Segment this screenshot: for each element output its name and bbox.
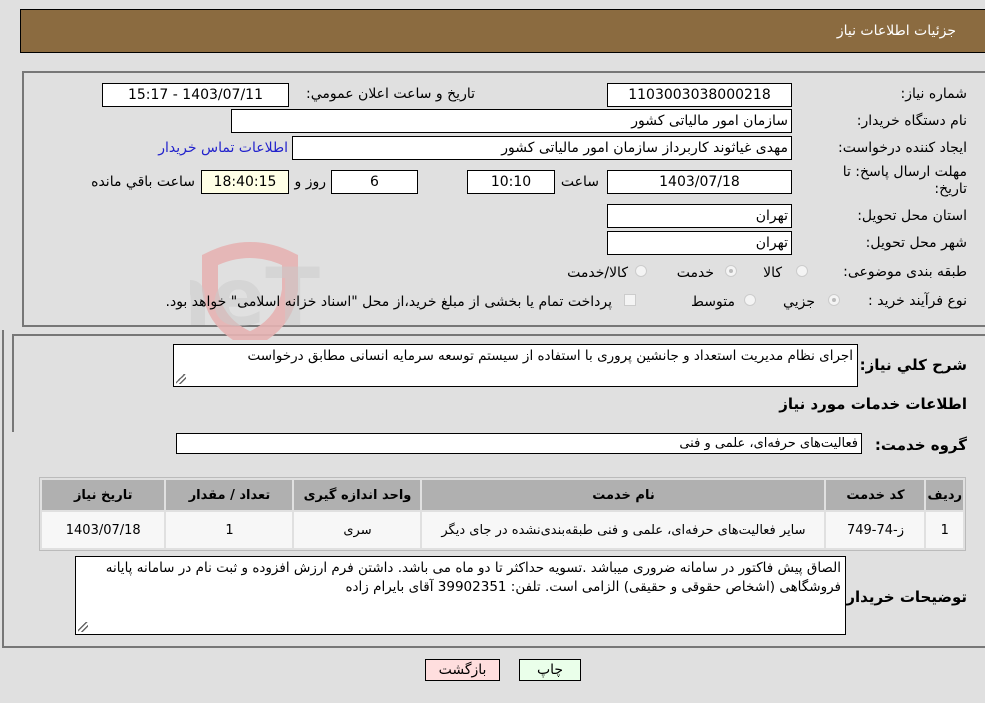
col-header-quantity: تعداد / مقدار <box>166 480 293 510</box>
city-label: شهر محل تحویل: <box>865 235 967 251</box>
resize-grip-icon[interactable] <box>78 622 88 632</box>
treasury-checkbox[interactable] <box>624 294 636 306</box>
announce-datetime-label: تاریخ و ساعت اعلان عمومي: <box>306 86 475 102</box>
deadline-label: مهلت ارسال پاسخ: تا تاریخ: <box>842 164 967 197</box>
cell-unit: سری <box>294 512 421 548</box>
city-field: تهران <box>607 231 792 255</box>
buyer-notes-label: توضيحات خريدار: <box>840 588 967 606</box>
page-title: جزئیات اطلاعات نیاز <box>836 23 956 39</box>
buyer-org-label: نام دستگاه خريدار: <box>856 113 967 129</box>
service-group-label: گروه خدمت: <box>874 436 967 454</box>
deadline-time-label: ساعت <box>560 174 599 190</box>
cell-service-code: ز-74-749 <box>826 512 925 548</box>
need-number-label: شماره نیاز: <box>900 86 968 102</box>
purchase-type-option-medium: متوسط <box>691 294 735 310</box>
buyer-notes-text: الصاق پیش فاکتور در سامانه ضروری میباشد … <box>105 560 841 595</box>
back-button[interactable]: بازگشت <box>425 659 500 681</box>
services-section-title: اطلاعات خدمات مورد نیاز <box>779 395 967 413</box>
col-header-row-number: رديف <box>926 480 963 510</box>
purchase-type-radio-minor[interactable] <box>828 294 840 306</box>
buyer-notes-textarea[interactable]: الصاق پیش فاکتور در سامانه ضروری میباشد … <box>75 556 846 635</box>
purchase-type-option-minor: جزيي <box>783 294 815 310</box>
cell-row-number: 1 <box>926 512 963 548</box>
category-option-goods: کالا <box>763 265 782 281</box>
treasury-checkbox-label: پرداخت تمام یا بخشی از مبلغ خرید،از محل … <box>165 294 612 310</box>
category-radio-goods[interactable] <box>796 265 808 277</box>
table-header-row: رديف کد خدمت نام خدمت واحد اندازه گیری ت… <box>42 480 963 510</box>
remaining-time-label: ساعت باقي مانده <box>91 174 195 190</box>
requester-field: مهدی غیاثوند کاربرداز سازمان امور مالیات… <box>292 136 792 160</box>
cell-service-name: سایر فعالیت‌های حرفه‌ای، علمی و فنی طبقه… <box>422 512 825 548</box>
remaining-days-field: 6 <box>331 170 418 194</box>
province-label: استان محل تحویل: <box>857 208 967 224</box>
col-header-unit: واحد اندازه گیری <box>294 480 421 510</box>
cell-quantity: 1 <box>166 512 293 548</box>
col-header-service-name: نام خدمت <box>422 480 825 510</box>
col-header-service-code: کد خدمت <box>826 480 925 510</box>
province-field: تهران <box>607 204 792 228</box>
resize-grip-icon[interactable] <box>176 374 186 384</box>
requester-label: ایجاد کننده درخواست: <box>838 140 967 156</box>
remaining-time-field: 18:40:15 <box>201 170 289 194</box>
deadline-date-field: 1403/07/18 <box>607 170 792 194</box>
need-number-field: 1103003038000218 <box>607 83 792 107</box>
purchase-type-radio-medium[interactable] <box>744 294 756 306</box>
category-label: طبقه بندی موضوعی: <box>843 264 967 280</box>
description-textarea[interactable]: اجرای نظام مدیریت استعداد و جانشین پروری… <box>173 344 858 387</box>
description-label: شرح کلي نياز: <box>859 356 967 374</box>
deadline-time-field: 10:10 <box>467 170 555 194</box>
category-option-service: خدمت <box>676 265 714 281</box>
table-row: 1 ز-74-749 سایر فعالیت‌های حرفه‌ای، علمی… <box>42 512 963 548</box>
category-option-goods-service: کالا/خدمت <box>567 265 628 281</box>
print-button[interactable]: چاپ <box>519 659 581 681</box>
days-label: روز و <box>294 174 327 190</box>
announce-datetime-field: 1403/07/11 - 15:17 <box>102 83 289 107</box>
buyer-org-field: سازمان امور مالیاتی کشور <box>231 109 792 133</box>
service-group-field: فعالیت‌های حرفه‌ای، علمی و فنی <box>176 433 862 454</box>
services-table: رديف کد خدمت نام خدمت واحد اندازه گیری ت… <box>39 477 966 551</box>
cell-need-date: 1403/07/18 <box>42 512 165 548</box>
buyer-contact-link[interactable]: اطلاعات تماس خريدار <box>158 140 288 156</box>
description-text: اجرای نظام مدیریت استعداد و جانشین پروری… <box>247 348 853 364</box>
purchase-type-label: نوع فرآیند خرید : <box>868 293 967 309</box>
category-radio-goods-service[interactable] <box>635 265 647 277</box>
page-header: جزئیات اطلاعات نیاز <box>20 9 985 53</box>
col-header-need-date: تاریخ نیاز <box>42 480 165 510</box>
category-radio-service[interactable] <box>725 265 737 277</box>
